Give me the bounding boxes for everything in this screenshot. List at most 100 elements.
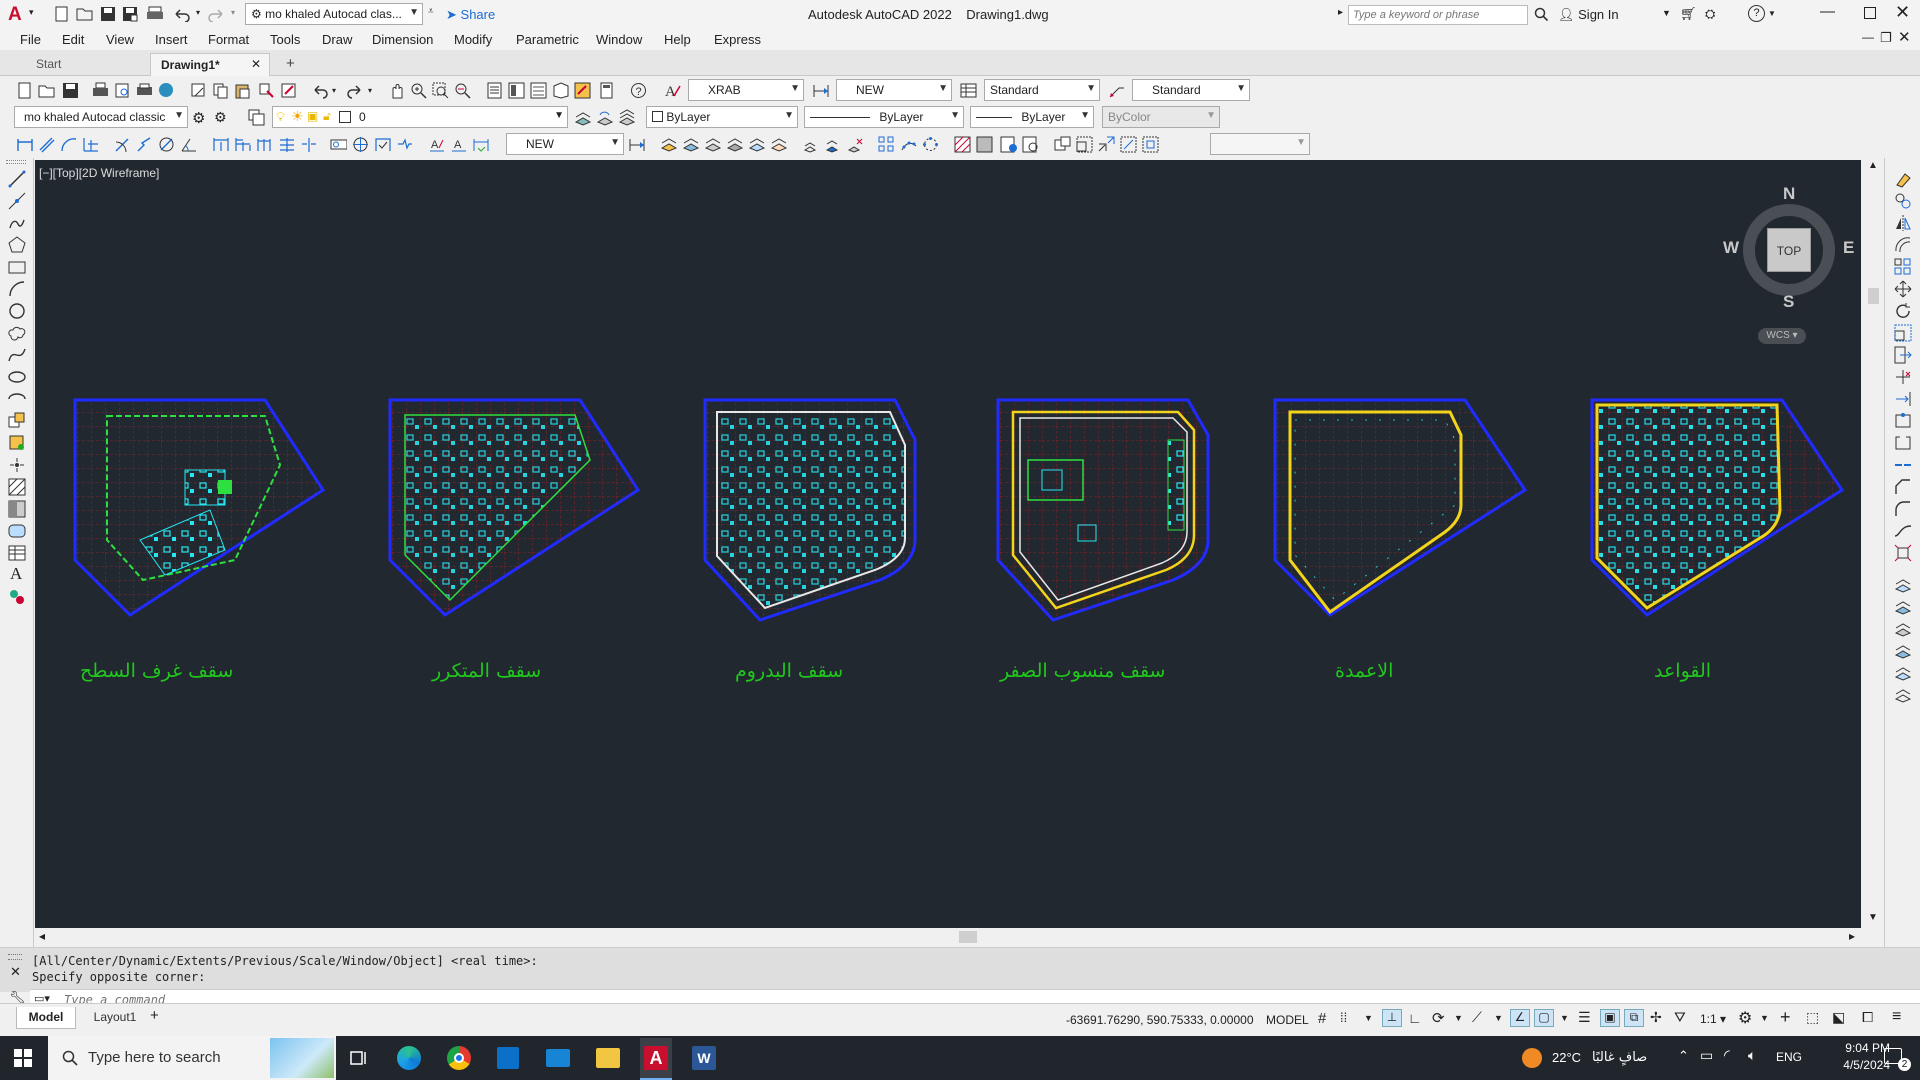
plot-icon[interactable] <box>92 82 109 99</box>
redo-icon[interactable] <box>207 6 225 22</box>
diameter-dim-icon[interactable] <box>158 136 175 153</box>
task-view-icon[interactable] <box>350 1049 368 1067</box>
save-icon[interactable] <box>62 82 79 99</box>
redo-icon[interactable] <box>346 82 363 99</box>
selection-cycling-icon[interactable]: ⧉ <box>1624 1009 1644 1027</box>
paste-icon[interactable] <box>234 82 251 99</box>
meet-now-icon[interactable]: ▭ <box>1700 1047 1713 1064</box>
save-icon[interactable] <box>100 6 116 22</box>
menu-view[interactable]: View <box>106 32 134 47</box>
weather-icon[interactable] <box>1522 1048 1542 1068</box>
sign-in-dropdown-icon[interactable]: ▼ <box>1662 8 1671 18</box>
new-file-icon[interactable] <box>54 6 70 22</box>
lineweight-control-dropdown[interactable]: ByLayer ▼ <box>970 106 1094 128</box>
weather-temperature[interactable]: 22°C <box>1552 1050 1581 1065</box>
inspect-icon[interactable] <box>374 136 391 153</box>
angular-dim-icon[interactable] <box>180 136 197 153</box>
dim-style-dropdown[interactable]: NEW ▼ <box>836 79 952 101</box>
word-icon[interactable]: W <box>692 1046 716 1070</box>
isolate-objects-icon[interactable]: ⬚ <box>1806 1009 1819 1026</box>
layer-tool-2-icon[interactable] <box>1894 598 1912 616</box>
menu-tools[interactable]: Tools <box>270 32 300 47</box>
menu-parametric[interactable]: Parametric <box>516 32 579 47</box>
close-window-button[interactable]: ✕ <box>1895 2 1910 23</box>
ellipse-icon[interactable] <box>8 368 26 386</box>
stretch-icon[interactable] <box>1894 346 1912 364</box>
open-file-icon[interactable] <box>76 6 94 22</box>
table-icon[interactable] <box>8 544 26 562</box>
transparency-icon[interactable]: ▣ <box>1600 1009 1620 1027</box>
toolbar-grip[interactable] <box>6 160 26 164</box>
table-style-dropdown[interactable]: Standard ▼ <box>984 79 1100 101</box>
model-space-button[interactable]: MODEL <box>1266 1013 1309 1027</box>
hatch-icon[interactable] <box>954 136 971 153</box>
menu-edit[interactable]: Edit <box>62 32 84 47</box>
workspace-gear-icon[interactable]: ⚙ <box>1738 1008 1752 1028</box>
layer-previous-icon[interactable] <box>596 109 613 126</box>
make-current-layer-icon[interactable] <box>574 109 591 126</box>
multileader-style-icon[interactable] <box>1108 82 1125 99</box>
3d-print-icon[interactable] <box>158 82 175 99</box>
annotation-monitor-icon[interactable]: + <box>1780 1007 1791 1028</box>
polyline-icon[interactable] <box>8 214 26 232</box>
layer-uniso-icon[interactable] <box>682 136 699 153</box>
hardware-accel-icon[interactable]: ⬕ <box>1832 1009 1845 1026</box>
layer-merge-icon[interactable] <box>824 136 841 153</box>
menu-dimension[interactable]: Dimension <box>372 32 433 47</box>
point-icon[interactable] <box>8 456 26 474</box>
design-center-icon[interactable] <box>508 82 525 99</box>
isodraft-dropdown-icon[interactable]: ▼ <box>1494 1013 1503 1023</box>
cart-icon[interactable]: 🛒︎ <box>1680 6 1697 22</box>
scale-icon[interactable] <box>1894 324 1912 342</box>
grid-icon[interactable]: # <box>1318 1010 1326 1027</box>
tab-model[interactable]: Model <box>16 1007 76 1029</box>
break-at-point-icon[interactable] <box>1894 412 1912 430</box>
menu-format[interactable]: Format <box>208 32 249 47</box>
circle-icon[interactable] <box>8 302 26 320</box>
quick-dim-icon[interactable] <box>212 136 229 153</box>
polar-dropdown-icon[interactable]: ▼ <box>1454 1013 1463 1023</box>
aligned-dim-icon[interactable] <box>38 136 55 153</box>
customize-qat-icon[interactable]: ⩡ <box>428 6 434 17</box>
polar-tracking-icon[interactable]: ⟳ <box>1432 1009 1445 1027</box>
drawing-area[interactable]: [−][Top][2D Wireframe] TOP N S W E WCS ▾ <box>35 160 1861 928</box>
gizmo-icon[interactable]: ✢ <box>1650 1009 1662 1026</box>
sign-in-button[interactable]: 👤︎ Sign In <box>1558 7 1619 23</box>
continue-dim-icon[interactable] <box>256 136 273 153</box>
undo-icon[interactable] <box>173 6 191 22</box>
layer-tool-6-icon[interactable] <box>1894 686 1912 704</box>
mail-icon[interactable] <box>546 1049 570 1067</box>
help-icon[interactable]: ? <box>630 82 647 99</box>
snap-dropdown-icon[interactable]: ▼ <box>1364 1013 1373 1023</box>
color-control-dropdown[interactable]: ByLayer ▼ <box>646 106 798 128</box>
linear-dim-icon[interactable] <box>16 136 33 153</box>
gradient-icon[interactable] <box>8 500 26 518</box>
open-icon[interactable] <box>38 82 55 99</box>
horizontal-scrollbar[interactable]: ◂ ▸ <box>35 928 1864 946</box>
taskbar-search-box[interactable]: Type here to search <box>48 1036 336 1080</box>
insert-block-icon[interactable] <box>8 412 26 430</box>
file-explorer-icon[interactable] <box>596 1048 620 1068</box>
tab-layout1[interactable]: Layout1 <box>80 1007 150 1029</box>
dim-style-control-dropdown[interactable]: NEW ▼ <box>506 133 624 155</box>
layer-tool-1-icon[interactable] <box>1894 576 1912 594</box>
path-array-icon[interactable] <box>900 136 917 153</box>
show-hidden-icons-icon[interactable]: ⌃ <box>1678 1048 1689 1064</box>
connect-icon[interactable]: ⛭ <box>1705 6 1715 22</box>
tool-palettes-icon[interactable] <box>530 82 547 99</box>
minimize-window-button[interactable]: — <box>1820 3 1835 20</box>
tab-drawing1[interactable]: Drawing1* ✕ <box>150 53 270 76</box>
chrome-icon[interactable] <box>447 1046 471 1070</box>
text-style-icon[interactable]: A <box>664 82 681 99</box>
array-icon[interactable] <box>878 136 895 153</box>
language-indicator[interactable]: ENG <box>1776 1050 1802 1064</box>
undo-dropdown-icon[interactable]: ▾ <box>196 8 200 17</box>
attribute-icon[interactable] <box>1000 136 1017 153</box>
layer-thaw-icon[interactable] <box>770 136 787 153</box>
table-style-icon[interactable] <box>960 82 977 99</box>
dim-style-manager-icon[interactable] <box>628 136 645 153</box>
redo-dropdown-icon[interactable]: ▾ <box>231 8 235 17</box>
zoom-realtime-icon[interactable] <box>410 82 427 99</box>
clean-screen-icon[interactable]: ⧠ <box>1862 1009 1873 1026</box>
jogged-linear-icon[interactable] <box>396 136 413 153</box>
